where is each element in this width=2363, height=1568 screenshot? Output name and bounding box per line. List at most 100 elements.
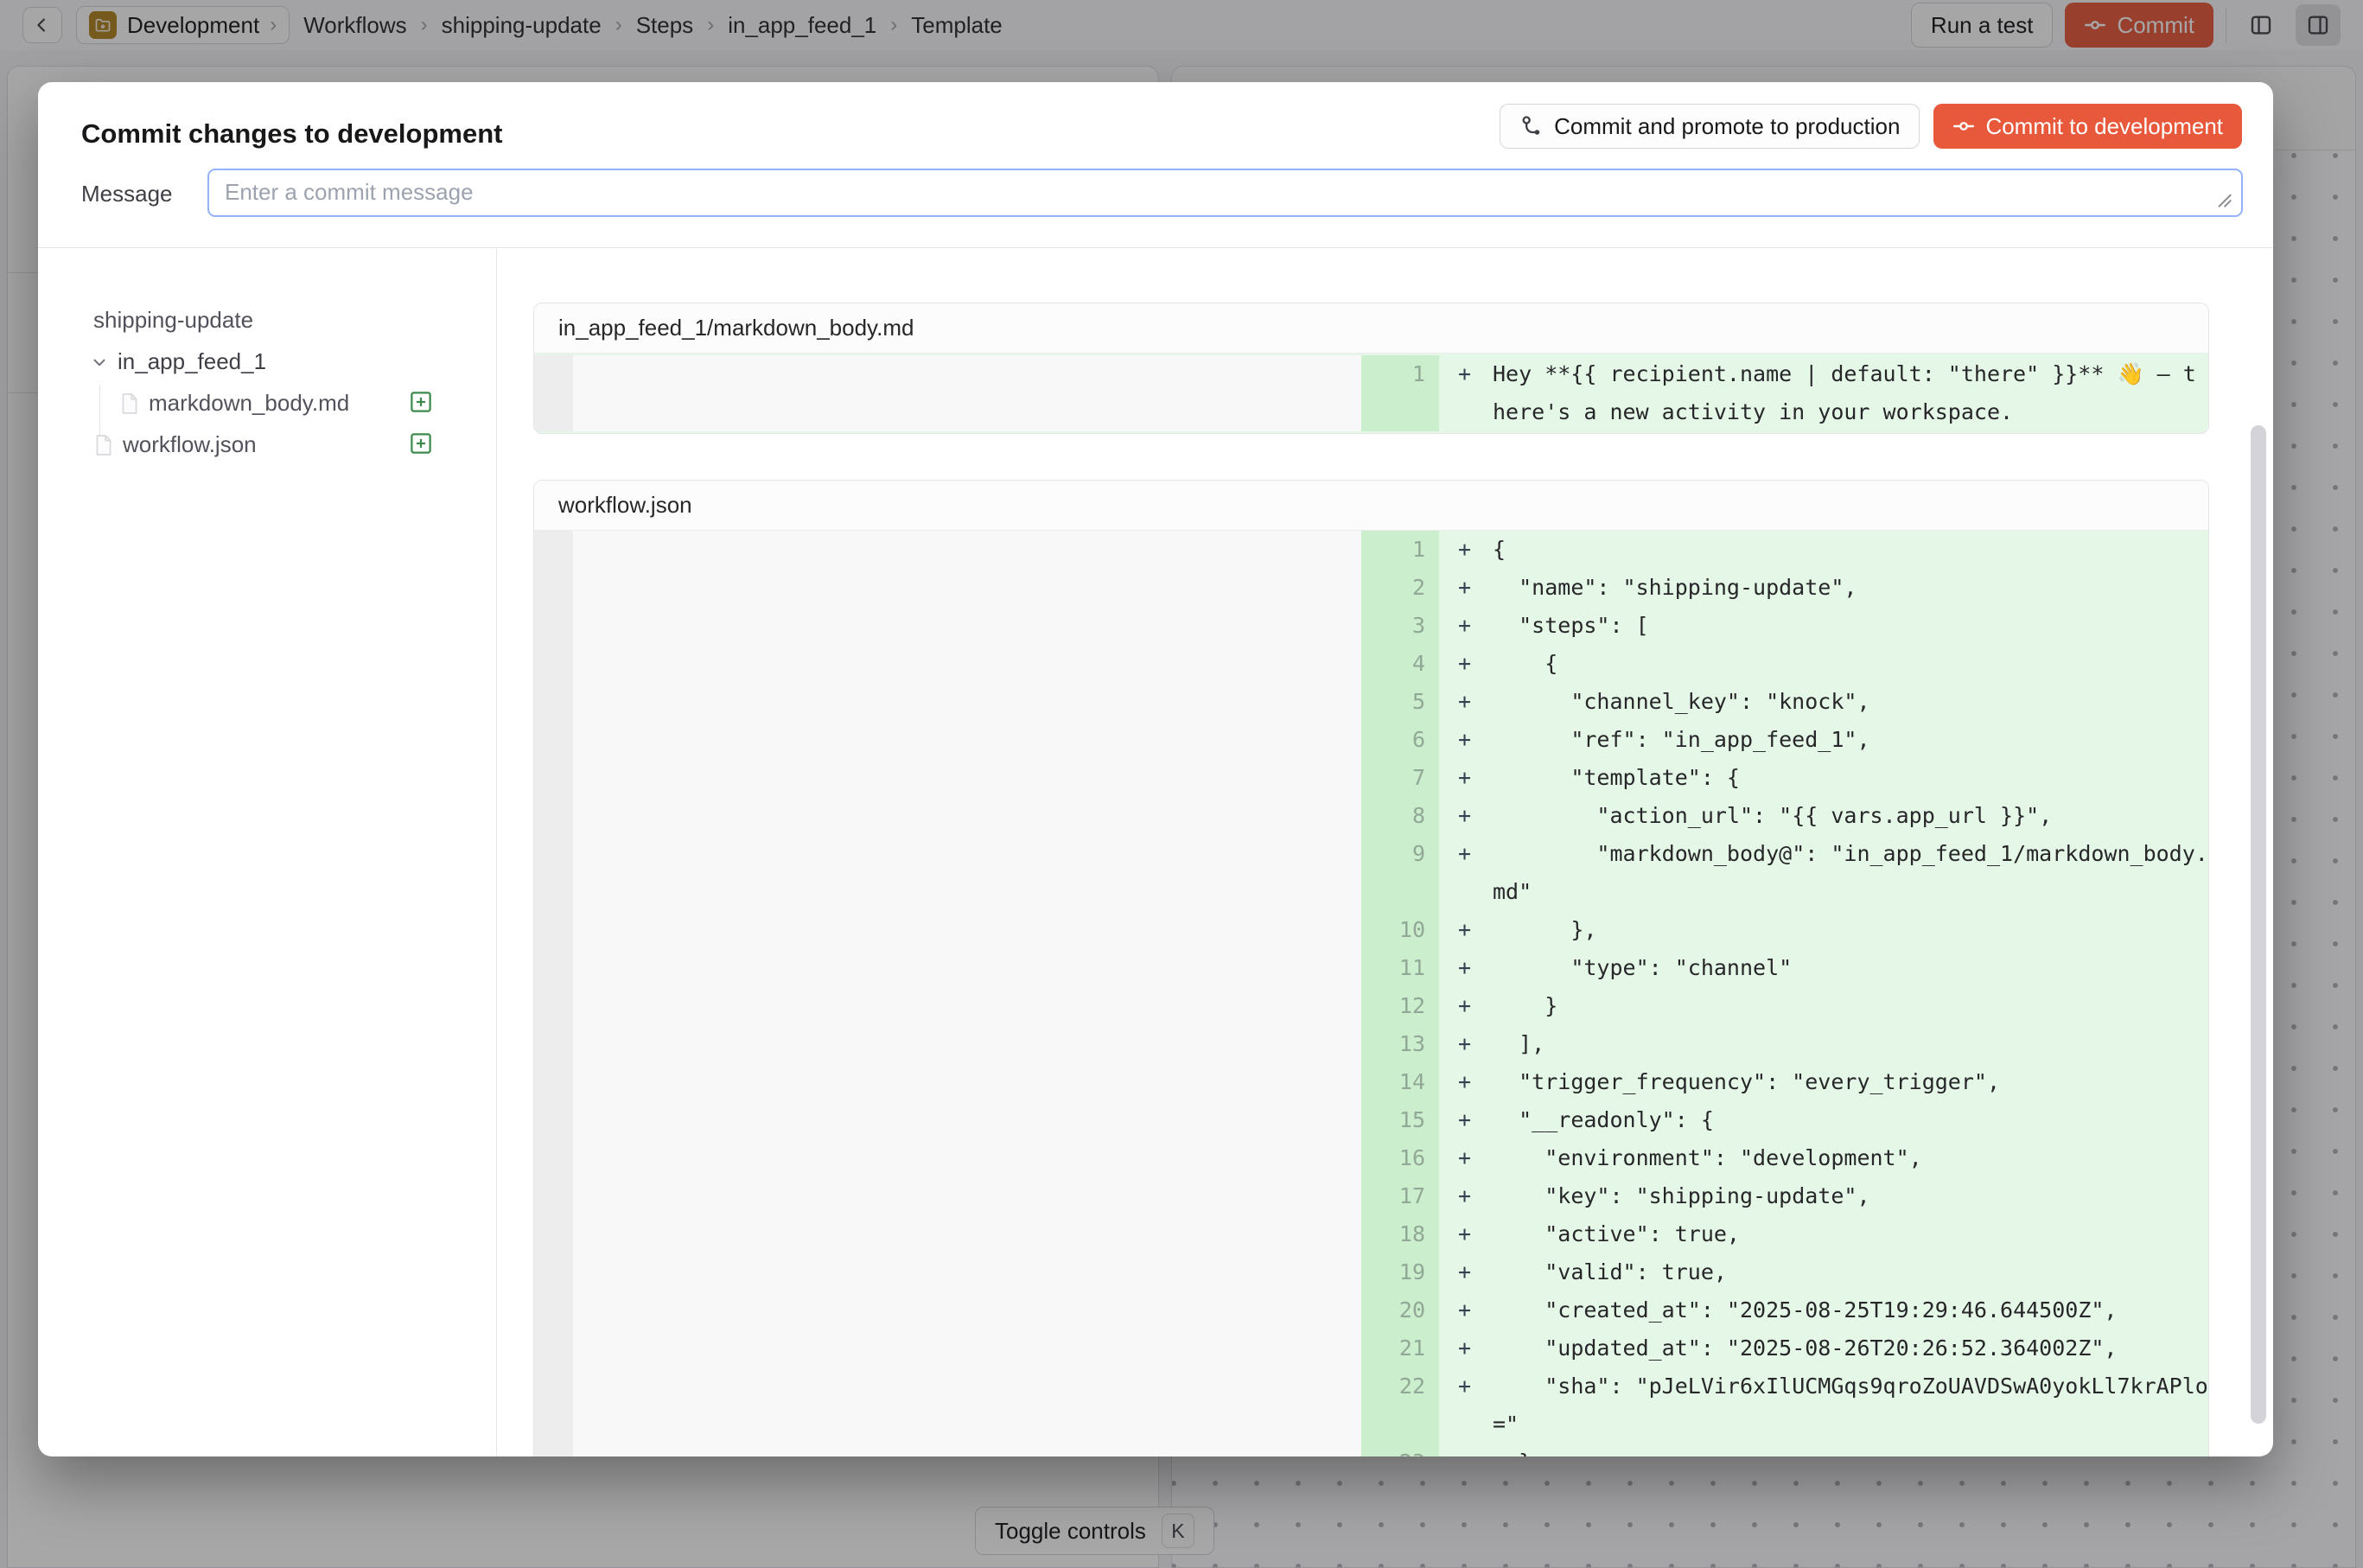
diff-add-marker: + bbox=[1439, 1101, 1493, 1139]
diff-added-icon[interactable] bbox=[408, 389, 434, 415]
diff-old-gutter bbox=[534, 355, 573, 431]
diff-old-gutter bbox=[534, 1253, 573, 1291]
diff-row: 4 + { bbox=[534, 645, 2208, 683]
diff-code: "markdown_body@": "in_app_feed_1/markdow… bbox=[1493, 835, 2208, 911]
commit-to-development-button[interactable]: Commit to development bbox=[1933, 104, 2242, 149]
diff-line-number: 1 bbox=[1361, 355, 1439, 431]
modal-body: shipping-update in_app_feed_1 markdown_b… bbox=[38, 248, 2273, 1456]
diff-old-content bbox=[573, 797, 1361, 835]
diff-row: 1 + Hey **{{ recipient.name | default: "… bbox=[534, 354, 2208, 433]
diff-block: in_app_feed_1/markdown_body.md 1 + Hey *… bbox=[533, 303, 2209, 434]
tree-item-file[interactable]: workflow.json bbox=[93, 431, 257, 458]
diff-old-gutter bbox=[534, 949, 573, 987]
diff-code: } bbox=[1493, 987, 2208, 1025]
diff-add-marker: + bbox=[1439, 1329, 1493, 1367]
diff-old-gutter bbox=[534, 683, 573, 721]
commit-message-input[interactable] bbox=[207, 169, 2243, 217]
diff-old-gutter bbox=[534, 1367, 573, 1444]
diff-add-marker: + bbox=[1439, 797, 1493, 835]
modal-title: Commit changes to development bbox=[81, 118, 502, 150]
diff-row: 3 + "steps": [ bbox=[534, 607, 2208, 645]
diff-row: 17 + "key": "shipping-update", bbox=[534, 1177, 2208, 1215]
diff-add-marker: + bbox=[1439, 949, 1493, 987]
diff-line-number: 1 bbox=[1361, 531, 1439, 569]
diff-add-marker: + bbox=[1439, 721, 1493, 759]
diff-row: 22 + "sha": "pJeLVir6xIlUCMGqs9qroZoUAVD… bbox=[534, 1367, 2208, 1444]
diff-row: 10 + }, bbox=[534, 911, 2208, 949]
diff-row: 5 + "channel_key": "knock", bbox=[534, 683, 2208, 721]
diff-old-content bbox=[573, 355, 1361, 431]
diff-line-number: 7 bbox=[1361, 759, 1439, 797]
changed-files-tree: shipping-update in_app_feed_1 markdown_b… bbox=[38, 248, 497, 1456]
diff-add-marker: + bbox=[1439, 1025, 1493, 1063]
diff-line-number: 6 bbox=[1361, 721, 1439, 759]
diff-row: 2 + "name": "shipping-update", bbox=[534, 569, 2208, 607]
diff-row: 12 + } bbox=[534, 987, 2208, 1025]
diff-code: "template": { bbox=[1493, 759, 2208, 797]
diff-old-gutter bbox=[534, 1444, 573, 1456]
diff-add-marker: + bbox=[1439, 759, 1493, 797]
diff-old-content bbox=[573, 759, 1361, 797]
diff-code: "name": "shipping-update", bbox=[1493, 569, 2208, 607]
diff-line-number: 17 bbox=[1361, 1177, 1439, 1215]
diff-code: "type": "channel" bbox=[1493, 949, 2208, 987]
diff-add-marker: + bbox=[1439, 645, 1493, 683]
tree-item-file[interactable]: markdown_body.md bbox=[119, 390, 349, 417]
diff-added-icon[interactable] bbox=[408, 430, 434, 456]
diff-old-gutter bbox=[534, 1139, 573, 1177]
diff-code: "action_url": "{{ vars.app_url }}", bbox=[1493, 797, 2208, 835]
diff-old-gutter bbox=[534, 1063, 573, 1101]
diff-line-number: 14 bbox=[1361, 1063, 1439, 1101]
diff-row: 1 + { bbox=[534, 531, 2208, 569]
diff-add-marker: + bbox=[1439, 1367, 1493, 1444]
diff-rows: 1 + Hey **{{ recipient.name | default: "… bbox=[534, 354, 2208, 433]
diff-row: 7 + "template": { bbox=[534, 759, 2208, 797]
diff-old-content bbox=[573, 683, 1361, 721]
diff-row: 15 + "__readonly": { bbox=[534, 1101, 2208, 1139]
diff-old-content bbox=[573, 645, 1361, 683]
diff-line-number: 21 bbox=[1361, 1329, 1439, 1367]
diff-row: 21 + "updated_at": "2025-08-26T20:26:52.… bbox=[534, 1329, 2208, 1367]
modal-scrollbar-thumb[interactable] bbox=[2251, 425, 2266, 1424]
tree-item-workflow-root[interactable]: shipping-update bbox=[93, 307, 253, 334]
modal-actions: Commit and promote to production Commit … bbox=[1500, 104, 2242, 149]
diff-code: "sha": "pJeLVir6xIlUCMGqs9qroZoUAVDSwA0y… bbox=[1493, 1367, 2208, 1444]
diff-old-gutter bbox=[534, 645, 573, 683]
diff-code: "environment": "development", bbox=[1493, 1139, 2208, 1177]
diff-row: 13 + ], bbox=[534, 1025, 2208, 1063]
diff-file-name: workflow.json bbox=[558, 492, 692, 519]
diff-old-gutter bbox=[534, 607, 573, 645]
diff-rows: 1 + { 2 + "name": "shipping-update", 3 +… bbox=[534, 531, 2208, 1456]
diff-code: } bbox=[1493, 1444, 2208, 1456]
diff-old-gutter bbox=[534, 531, 573, 569]
file-icon bbox=[93, 434, 114, 456]
diff-code: { bbox=[1493, 531, 2208, 569]
diff-line-number: 10 bbox=[1361, 911, 1439, 949]
diff-old-gutter bbox=[534, 1101, 573, 1139]
diff-add-marker: + bbox=[1439, 683, 1493, 721]
commit-and-promote-button[interactable]: Commit and promote to production bbox=[1500, 104, 1920, 149]
diff-old-gutter bbox=[534, 911, 573, 949]
diff-old-gutter bbox=[534, 987, 573, 1025]
diff-code: "updated_at": "2025-08-26T20:26:52.36400… bbox=[1493, 1329, 2208, 1367]
diff-add-marker: + bbox=[1439, 569, 1493, 607]
diff-old-content bbox=[573, 721, 1361, 759]
diff-row: 23 + } bbox=[534, 1444, 2208, 1456]
file-icon bbox=[119, 392, 140, 415]
diff-old-gutter bbox=[534, 1177, 573, 1215]
diff-add-marker: + bbox=[1439, 1444, 1493, 1456]
diff-old-content bbox=[573, 1139, 1361, 1177]
diff-code: Hey **{{ recipient.name | default: "ther… bbox=[1493, 355, 2208, 431]
diff-old-content bbox=[573, 949, 1361, 987]
promote-icon bbox=[1519, 114, 1544, 138]
diff-row: 16 + "environment": "development", bbox=[534, 1139, 2208, 1177]
tree-item-step-group[interactable]: in_app_feed_1 bbox=[90, 348, 266, 375]
diff-old-content bbox=[573, 531, 1361, 569]
diff-old-content bbox=[573, 1253, 1361, 1291]
diff-line-number: 11 bbox=[1361, 949, 1439, 987]
diff-line-number: 13 bbox=[1361, 1025, 1439, 1063]
diff-old-gutter bbox=[534, 1329, 573, 1367]
diff-old-gutter bbox=[534, 1025, 573, 1063]
diff-code: "created_at": "2025-08-25T19:29:46.64450… bbox=[1493, 1291, 2208, 1329]
diff-line-number: 3 bbox=[1361, 607, 1439, 645]
